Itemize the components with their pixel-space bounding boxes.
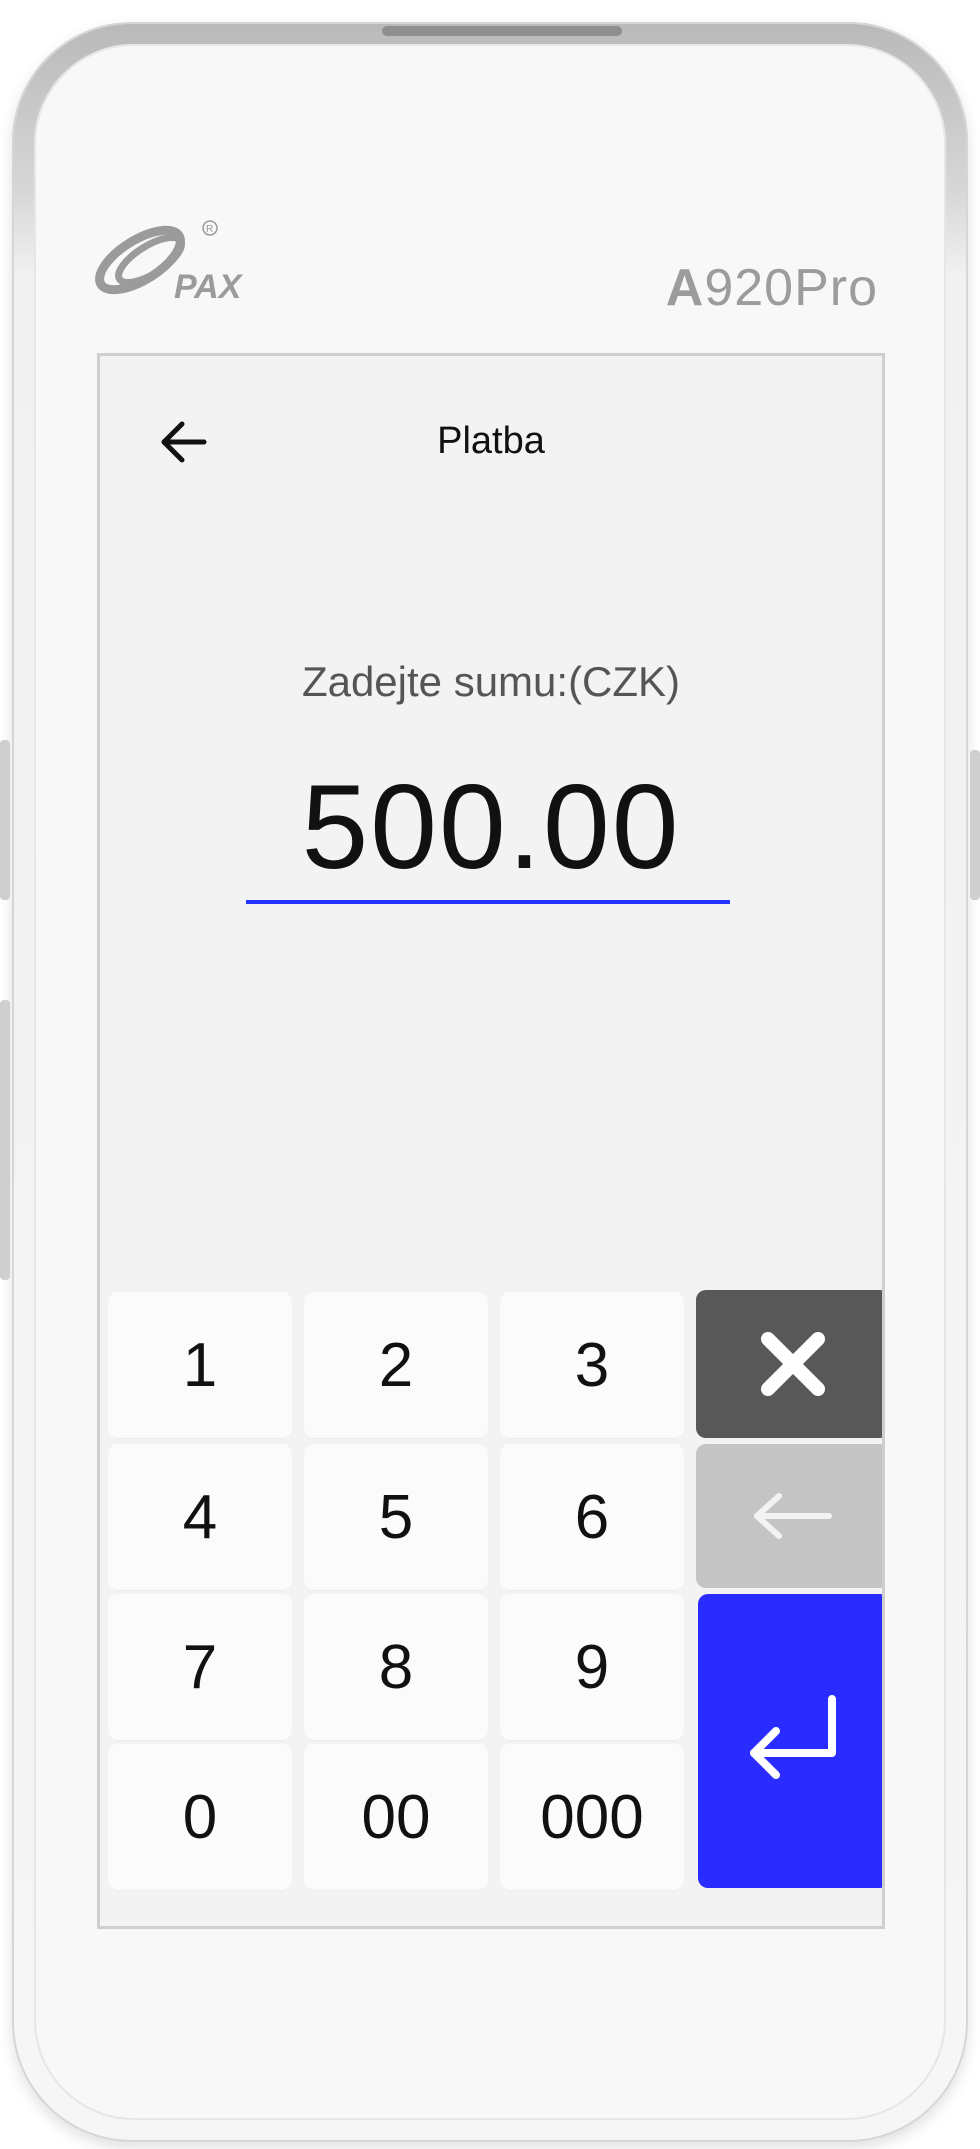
key-0[interactable]: 0 bbox=[108, 1744, 292, 1890]
key-3[interactable]: 3 bbox=[500, 1292, 684, 1438]
key-6[interactable]: 6 bbox=[500, 1444, 684, 1590]
amount-underline bbox=[246, 900, 730, 904]
key-000[interactable]: 000 bbox=[500, 1744, 684, 1890]
device-top-slot bbox=[382, 26, 622, 36]
backspace-button[interactable] bbox=[696, 1444, 882, 1588]
pax-logo-text: PAX bbox=[174, 268, 244, 306]
svg-text:R: R bbox=[206, 224, 213, 235]
side-button-left bbox=[0, 740, 10, 900]
key-5[interactable]: 5 bbox=[304, 1444, 488, 1590]
key-8[interactable]: 8 bbox=[304, 1594, 488, 1740]
amount-input[interactable]: 500.00 bbox=[100, 758, 882, 896]
page-title: Platba bbox=[437, 420, 545, 462]
model-suffix: 920Pro bbox=[704, 259, 878, 317]
key-7[interactable]: 7 bbox=[108, 1594, 292, 1740]
model-prefix: A bbox=[665, 259, 705, 317]
key-1[interactable]: 1 bbox=[108, 1292, 292, 1438]
amount-prompt: Zadejte sumu:(CZK) bbox=[301, 658, 681, 705]
key-4[interactable]: 4 bbox=[108, 1444, 292, 1590]
backspace-arrow-icon bbox=[754, 1493, 832, 1539]
numeric-keypad: 1 2 3 4 5 6 7 8 9 0 00 000 bbox=[108, 1290, 882, 1926]
side-button-left-lower bbox=[0, 1000, 10, 1280]
device-model-label: A920Pro bbox=[666, 258, 878, 318]
key-2[interactable]: 2 bbox=[304, 1292, 488, 1438]
key-9[interactable]: 9 bbox=[500, 1594, 684, 1740]
cancel-button[interactable] bbox=[696, 1290, 882, 1438]
terminal-screen: Platba Zadejte sumu:(CZK) 500.00 1 2 3 4… bbox=[100, 356, 882, 1926]
pax-logo: PAX R bbox=[95, 220, 244, 306]
enter-return-icon bbox=[750, 1695, 836, 1779]
key-00[interactable]: 00 bbox=[304, 1744, 488, 1890]
side-button-right bbox=[970, 750, 980, 900]
close-icon bbox=[761, 1332, 825, 1396]
enter-button[interactable] bbox=[698, 1594, 882, 1888]
